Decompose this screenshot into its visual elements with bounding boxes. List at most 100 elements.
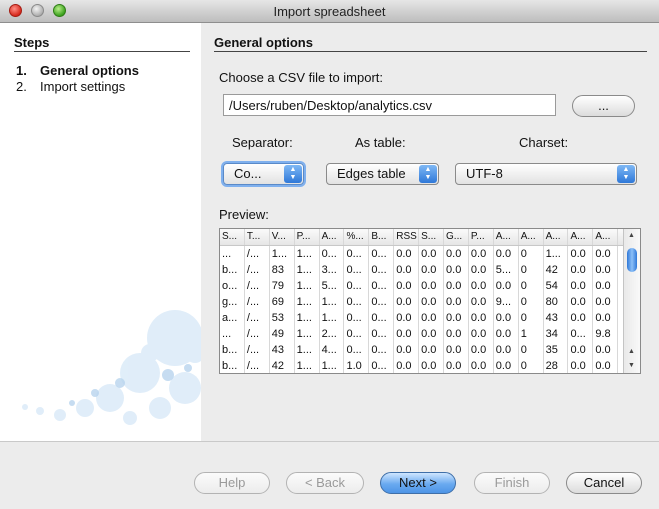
column-header[interactable]: T... [245,229,270,245]
table-cell: b... [220,262,245,278]
next-button[interactable]: Next > [380,472,456,494]
table-cell: 1... [295,262,320,278]
table-cell: 0 [519,294,544,310]
table-cell: 0... [344,310,370,326]
table-cell: 43 [270,342,295,358]
file-path-field[interactable]: /Users/ruben/Desktop/analytics.csv [223,94,556,116]
table-row: b... /... 42 1... 1... 1.0 0... 0.0 0.0 … [220,358,624,373]
finish-button[interactable]: Finish [474,472,550,494]
back-button[interactable]: < Back [286,472,364,494]
table-cell: 1 [519,326,544,342]
column-header[interactable]: RSS [394,229,420,245]
table-cell: /... [245,358,270,373]
preview-table[interactable]: S... T... V... P... A... %... B... RSS S… [219,228,641,374]
table-cell: 0.0 [593,358,619,373]
column-header[interactable]: A... [593,229,619,245]
table-cell: 53 [270,310,295,326]
table-cell: 0.0 [394,246,420,262]
scroll-up-icon[interactable]: ▲ [624,229,639,243]
cancel-button[interactable]: Cancel [566,472,642,494]
column-header[interactable]: %... [344,229,370,245]
column-header[interactable]: B... [369,229,395,245]
table-cell: 0.0 [394,278,420,294]
charset-select[interactable]: UTF-8 ▲ ▼ [455,163,637,185]
preview-label: Preview: [219,207,269,222]
table-cell: 35 [544,342,569,358]
updown-arrows-icon: ▲ ▼ [284,165,302,183]
table-cell: ... [220,326,245,342]
table-cell: o... [220,278,245,294]
separator-value: Co... [234,166,262,181]
table-cell: b... [220,342,245,358]
preview-vertical-scrollbar[interactable]: ▲ ▲ ▼ [623,229,640,373]
table-cell: 0... [344,326,370,342]
table-cell: 0.0 [419,262,445,278]
table-cell: 0.0 [568,278,594,294]
column-header[interactable]: A... [544,229,569,245]
column-header[interactable]: A... [568,229,594,245]
column-header[interactable]: A... [320,229,345,245]
scroll-down-icon[interactable]: ▼ [624,359,639,373]
separator-select[interactable]: Co... ▲ ▼ [223,163,304,185]
table-cell: 0... [369,326,395,342]
updown-arrows-icon: ▲ ▼ [617,165,635,183]
table-cell: 0.0 [494,326,519,342]
scroll-thumb[interactable] [627,248,637,272]
table-cell: 0... [344,342,370,358]
table-cell: 80 [544,294,569,310]
table-cell: 0.0 [469,278,494,294]
table-cell: g... [220,294,245,310]
as-table-select[interactable]: Edges table ▲ ▼ [326,163,439,185]
column-header[interactable]: S... [419,229,445,245]
column-header[interactable]: G... [444,229,469,245]
table-cell: /... [245,310,270,326]
table-cell: 0... [369,342,395,358]
table-cell: 0.0 [469,358,494,373]
table-cell: 0.0 [444,326,469,342]
table-row: a... /... 53 1... 1... 0... 0... 0.0 0.0… [220,310,624,326]
column-header[interactable]: A... [494,229,519,245]
table-cell: 0.0 [469,326,494,342]
column-header[interactable]: A... [519,229,544,245]
table-cell: 43 [544,310,569,326]
table-cell: 0.0 [444,246,469,262]
column-header[interactable]: S... [220,229,245,245]
table-cell: 0.0 [394,326,420,342]
table-cell: 0.0 [419,342,445,358]
section-title: General options [214,35,313,50]
table-cell: 1... [295,310,320,326]
table-cell: 69 [270,294,295,310]
column-header[interactable]: P... [295,229,320,245]
table-cell: 1... [295,278,320,294]
column-header[interactable]: V... [270,229,295,245]
browse-button[interactable]: ... [572,95,635,117]
table-cell: 0... [344,262,370,278]
bubbles-decoration [22,310,201,425]
table-cell: 0 [519,246,544,262]
table-row: ... /... 1... 1... 0... 0... 0... 0.0 0.… [220,246,624,262]
table-cell: 0.0 [494,358,519,373]
table-cell: /... [245,246,270,262]
column-header[interactable]: P... [469,229,494,245]
table-cell: 3... [320,262,345,278]
table-row: g... /... 69 1... 1... 0... 0... 0.0 0.0… [220,294,624,310]
table-cell: 9... [494,294,519,310]
table-cell: 0.0 [444,262,469,278]
table-cell: 0... [369,278,395,294]
table-cell: 0.0 [593,342,619,358]
table-cell: 0.0 [593,310,619,326]
table-cell: 0.0 [419,246,445,262]
as-table-label: As table: [355,135,406,150]
table-cell: 1... [320,294,345,310]
table-cell: 1... [295,326,320,342]
scroll-up-icon[interactable]: ▲ [624,345,639,359]
table-cell: 0.0 [568,342,594,358]
table-cell: 79 [270,278,295,294]
table-cell: 0 [519,342,544,358]
table-cell: /... [245,294,270,310]
help-button[interactable]: Help [194,472,270,494]
table-cell: 0.0 [444,342,469,358]
table-cell: 0.0 [444,278,469,294]
table-cell: a... [220,310,245,326]
table-cell: 1... [320,310,345,326]
